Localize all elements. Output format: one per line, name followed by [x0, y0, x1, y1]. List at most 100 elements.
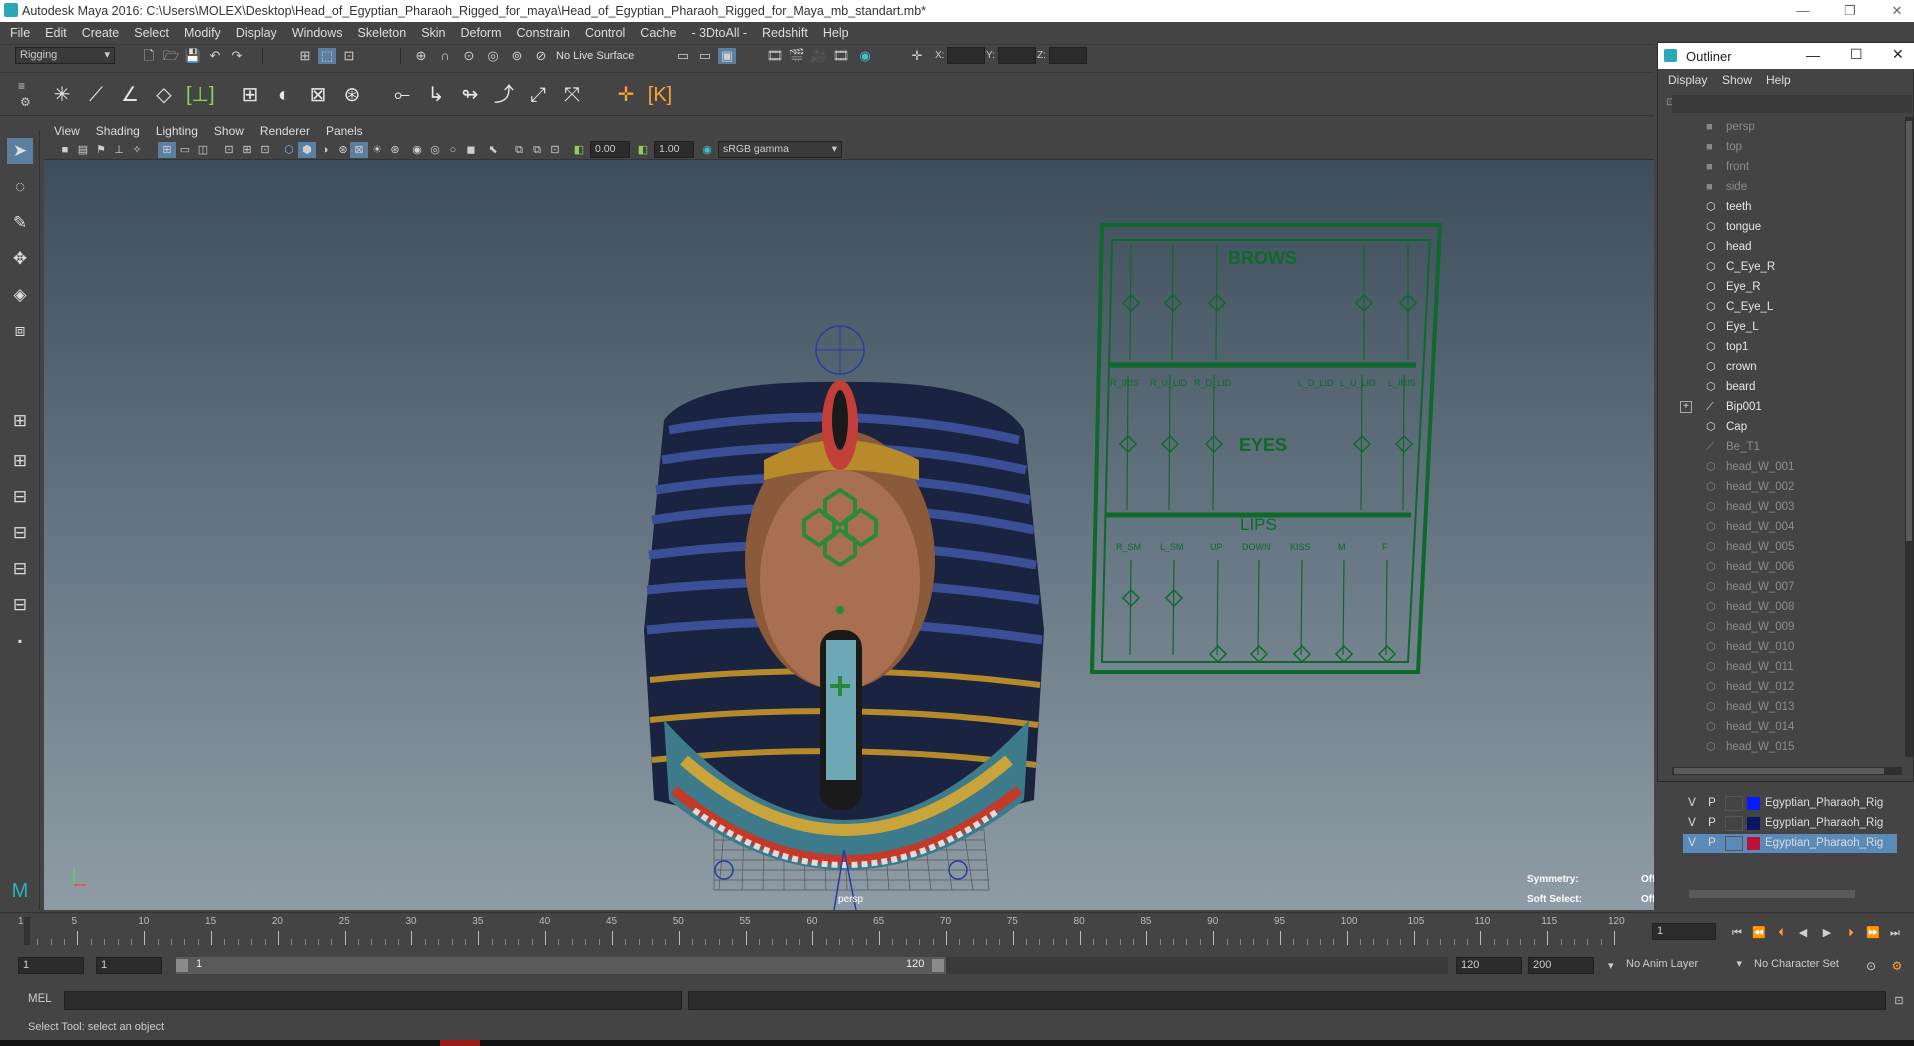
outliner-item-c-eye-r[interactable]: ⬡ C_Eye_R: [1658, 257, 1905, 277]
hypershade-icon[interactable]: ◉: [856, 48, 874, 64]
lattice-icon[interactable]: ⊠: [304, 81, 332, 109]
select-tool-icon[interactable]: ➤: [7, 138, 33, 164]
expand-icon[interactable]: +: [1680, 401, 1692, 413]
xray-joints-icon[interactable]: ○: [444, 142, 462, 158]
outliner-item-head-w-003[interactable]: ⬡ head_W_003: [1658, 497, 1905, 517]
panel-menu-show[interactable]: Show: [214, 124, 244, 138]
more-layouts-icon[interactable]: ▪: [7, 628, 33, 654]
render-frame-icon[interactable]: 🎬: [788, 48, 806, 64]
layer-display-type-toggle[interactable]: [1725, 796, 1743, 811]
z-field[interactable]: [1049, 47, 1087, 64]
layer-row[interactable]: V P Egyptian_Pharaoh_Rig: [1683, 794, 1897, 813]
h-scrollbar-thumb[interactable]: [1674, 768, 1884, 774]
outliner-item-head-w-008[interactable]: ⬡ head_W_008: [1658, 597, 1905, 617]
outliner-item-persp[interactable]: ■ persp: [1658, 117, 1905, 137]
layer-scrollbar[interactable]: [1689, 890, 1855, 898]
lasso-tool-icon[interactable]: ◌: [7, 174, 33, 200]
script-language-label[interactable]: MEL: [28, 993, 52, 1005]
depth-of-field-icon[interactable]: ⊡: [546, 142, 564, 158]
outliner-item-head-w-010[interactable]: ⬡ head_W_010: [1658, 637, 1905, 657]
prev-key-icon[interactable]: ⏴: [1772, 925, 1790, 941]
step-forward-key-icon[interactable]: ⏩: [1864, 925, 1882, 941]
scrollbar-thumb[interactable]: [1906, 121, 1912, 541]
restore-button[interactable]: ❐: [1837, 2, 1863, 20]
range-start-handle[interactable]: [176, 959, 188, 972]
outliner-item-head-w-011[interactable]: ⬡ head_W_011: [1658, 657, 1905, 677]
outliner-search-input[interactable]: [1672, 95, 1912, 113]
film-gate-icon[interactable]: ▭: [176, 142, 194, 158]
outliner-item-head-w-006[interactable]: ⬡ head_W_006: [1658, 557, 1905, 577]
layout-hypershade-icon[interactable]: ⊟: [7, 556, 33, 582]
script-editor-icon[interactable]: ⊡: [1890, 993, 1908, 1009]
motion-blur-icon[interactable]: ⧉: [510, 142, 528, 158]
scale-tool-icon[interactable]: ⧈: [7, 318, 33, 344]
outliner-item-head-w-015[interactable]: ⬡ head_W_015: [1658, 737, 1905, 757]
shelf-settings-icon[interactable]: ⚙: [20, 95, 31, 109]
nonlinear-icon[interactable]: ⤴: [490, 81, 518, 109]
outliner-item-c-eye-l[interactable]: ⬡ C_Eye_L: [1658, 297, 1905, 317]
outliner-menu-display[interactable]: Display: [1668, 73, 1707, 87]
camera-select-icon[interactable]: ■: [56, 142, 74, 158]
layer-playback-toggle[interactable]: P: [1703, 834, 1721, 853]
menu-edit[interactable]: Edit: [45, 26, 67, 40]
go-to-end-icon[interactable]: ⏭: [1886, 925, 1904, 941]
four-view-icon[interactable]: ⊞: [7, 448, 33, 474]
shadows-icon[interactable]: ☀: [368, 142, 386, 158]
layer-name[interactable]: Egyptian_Pharaoh_Rig: [1765, 834, 1895, 853]
outliner-item-cap[interactable]: ⬡ Cap: [1658, 417, 1905, 437]
snap-surface-icon[interactable]: ⊚: [508, 48, 526, 64]
layout-uv-icon[interactable]: ⊟: [7, 592, 33, 618]
layer-playback-toggle[interactable]: P: [1703, 814, 1721, 833]
menu-control[interactable]: Control: [585, 26, 625, 40]
parent-constraint-icon[interactable]: [K]: [646, 81, 674, 109]
layer-color-swatch[interactable]: [1747, 797, 1760, 810]
outliner-item-head-w-002[interactable]: ⬡ head_W_002: [1658, 477, 1905, 497]
outliner-item-head-w-005[interactable]: ⬡ head_W_005: [1658, 537, 1905, 557]
outliner-item-tongue[interactable]: ⬡ tongue: [1658, 217, 1905, 237]
ambient-occlusion-icon[interactable]: ⊛: [386, 142, 404, 158]
panel-menu-renderer[interactable]: Renderer: [260, 124, 310, 138]
outliner-item-beard[interactable]: ⬡ beard: [1658, 377, 1905, 397]
go-to-start-icon[interactable]: ⏮: [1728, 925, 1746, 941]
camera-attributes-icon[interactable]: ▤: [74, 142, 92, 158]
play-forward-icon[interactable]: ▶: [1818, 925, 1836, 941]
open-scene-icon[interactable]: 🗁: [162, 48, 180, 64]
single-perspective-icon[interactable]: ⊞: [7, 408, 33, 434]
color-management-icon[interactable]: ◉: [698, 142, 716, 158]
current-time-marker[interactable]: [24, 917, 30, 945]
layer-visibility-toggle[interactable]: V: [1683, 834, 1701, 853]
menu-modify[interactable]: Modify: [184, 26, 221, 40]
menu-redshift[interactable]: Redshift: [762, 26, 808, 40]
bookmark-icon[interactable]: ⚑: [92, 142, 110, 158]
character-set-dropdown[interactable]: No Character Set: [1750, 957, 1868, 974]
menu-deform[interactable]: Deform: [461, 26, 502, 40]
ik-handle-icon[interactable]: ⟋: [82, 81, 110, 109]
menu-cache[interactable]: Cache: [640, 26, 676, 40]
menu-display[interactable]: Display: [236, 26, 277, 40]
layer-visibility-toggle[interactable]: V: [1683, 814, 1701, 833]
rotate-tool-icon[interactable]: ◈: [7, 282, 33, 308]
isolate-select-icon[interactable]: ◼: [462, 142, 480, 158]
transform-constraint-icon[interactable]: ✛: [908, 48, 926, 64]
layout-outliner-icon[interactable]: ⊟: [7, 484, 33, 510]
outliner-menu-help[interactable]: Help: [1766, 73, 1791, 87]
move-tool-icon[interactable]: ✥: [7, 246, 33, 272]
gate-mask-icon[interactable]: ⊡: [220, 142, 238, 158]
menu-skeleton[interactable]: Skeleton: [358, 26, 407, 40]
playback-start-field[interactable]: 1: [96, 957, 162, 974]
bind-skin-icon[interactable]: ⊞: [236, 81, 264, 109]
sculpt-icon[interactable]: ⤢: [524, 81, 552, 109]
outliner-item-head-w-013[interactable]: ⬡ head_W_013: [1658, 697, 1905, 717]
input-ops-icon[interactable]: ▭: [674, 48, 692, 64]
minimize-button[interactable]: —: [1790, 2, 1816, 20]
insert-joint-icon[interactable]: ◇: [150, 81, 178, 109]
xray-active-icon[interactable]: ◎: [426, 142, 444, 158]
layer-name[interactable]: Egyptian_Pharaoh_Rig: [1765, 814, 1895, 833]
layer-row[interactable]: V P Egyptian_Pharaoh_Rig: [1683, 834, 1897, 853]
outliner-item-head-w-001[interactable]: ⬡ head_W_001: [1658, 457, 1905, 477]
layer-display-type-toggle[interactable]: [1725, 816, 1743, 831]
joint-tool-icon[interactable]: ✳: [48, 81, 76, 109]
mirror-joint-icon[interactable]: [⊥]: [186, 81, 215, 109]
select-hierarchy-icon[interactable]: ⊞: [296, 48, 314, 64]
outliner-item-side[interactable]: ■ side: [1658, 177, 1905, 197]
